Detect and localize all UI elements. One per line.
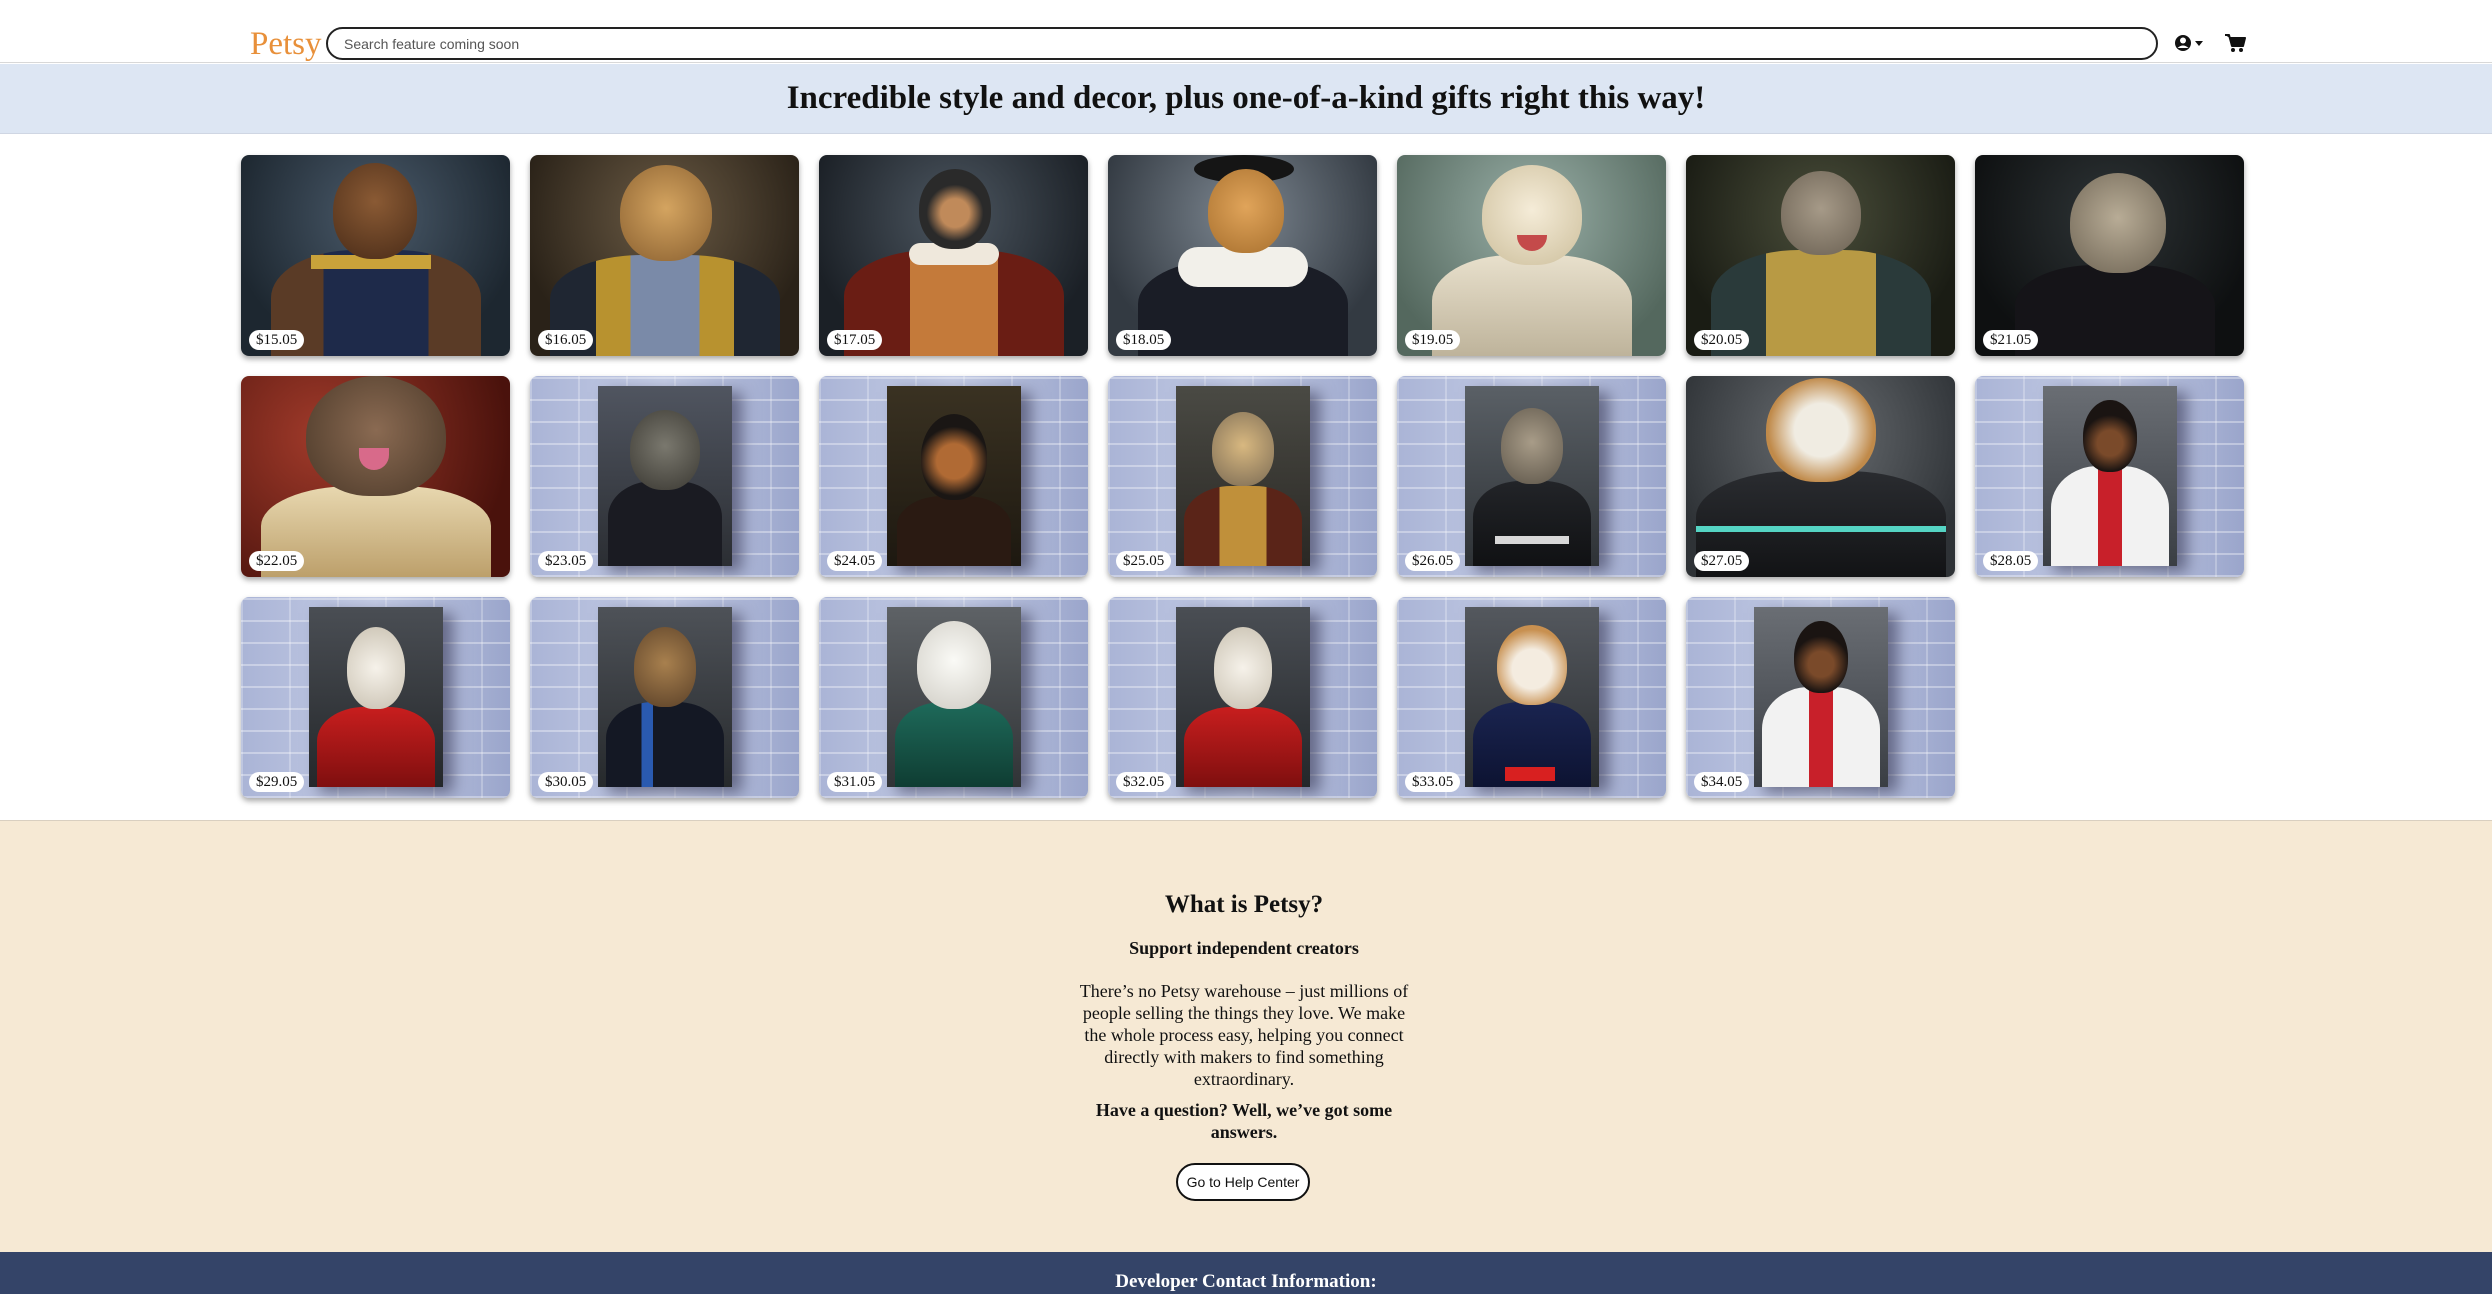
about-section: What is Petsy? Support independent creat… [0,820,2492,1252]
product-price: $33.05 [1405,772,1461,792]
product-image [1975,155,2244,356]
help-center-button[interactable]: Go to Help Center [1176,1163,1310,1201]
product-card[interactable]: $25.05 [1108,376,1377,577]
search-input[interactable] [326,27,2158,60]
product-price: $34.05 [1694,772,1750,792]
product-card[interactable]: $33.05 [1397,597,1666,798]
product-card[interactable]: $27.05 [1686,376,1955,577]
product-price: $32.05 [1116,772,1172,792]
product-card[interactable]: $18.05 [1108,155,1377,356]
product-card[interactable]: $24.05 [819,376,1088,577]
product-image [1397,376,1666,577]
product-card[interactable]: $32.05 [1108,597,1377,798]
product-card[interactable]: $31.05 [819,597,1088,798]
about-subtitle: Support independent creators [1129,938,1359,958]
product-price: $19.05 [1405,330,1461,350]
product-image [241,155,510,356]
product-image [1975,376,2244,577]
help-question: Have a question? Well, we’ve got some an… [1095,1100,1393,1142]
product-price: $18.05 [1116,330,1172,350]
product-card[interactable]: $30.05 [530,597,799,798]
product-image [1108,155,1377,356]
product-card[interactable]: $28.05 [1975,376,2244,577]
product-card[interactable]: $15.05 [241,155,510,356]
product-card[interactable]: $20.05 [1686,155,1955,356]
product-image [1686,376,1955,577]
product-image [1397,597,1666,798]
product-image [530,155,799,356]
banner-headline: Incredible style and decor, plus one-of-… [786,80,1706,116]
promo-banner: Incredible style and decor, plus one-of-… [0,64,2492,134]
product-price: $26.05 [1405,551,1461,571]
product-card[interactable]: $34.05 [1686,597,1955,798]
footer-heading: Developer Contact Information: [1115,1271,1377,1292]
user-menu-button[interactable] [2172,30,2206,56]
product-card[interactable]: $23.05 [530,376,799,577]
product-card[interactable]: $29.05 [241,597,510,798]
product-price: $28.05 [1983,551,2039,571]
product-price: $25.05 [1116,551,1172,571]
product-price: $24.05 [827,551,883,571]
product-image [1108,376,1377,577]
product-price: $15.05 [249,330,305,350]
user-dropdown-icon [2175,35,2203,51]
product-card[interactable]: $22.05 [241,376,510,577]
product-image [241,376,510,577]
product-price: $29.05 [249,772,305,792]
product-image [1686,155,1955,356]
product-price: $22.05 [249,551,305,571]
product-price: $27.05 [1694,551,1750,571]
product-price: $20.05 [1694,330,1750,350]
about-body: There’s no Petsy warehouse – just millio… [1079,981,1409,1089]
product-price: $23.05 [538,551,594,571]
product-image [1108,597,1377,798]
product-price: $17.05 [827,330,883,350]
product-image [819,597,1088,798]
product-image [1686,597,1955,798]
product-image [819,376,1088,577]
cart-button[interactable] [2220,30,2250,56]
product-card[interactable]: $21.05 [1975,155,2244,356]
product-image [819,155,1088,356]
product-image [241,597,510,798]
site-header: Petsy [0,0,2492,63]
product-price: $31.05 [827,772,883,792]
product-image [1397,155,1666,356]
site-footer: Developer Contact Information: [0,1252,2492,1294]
product-image [530,597,799,798]
product-card[interactable]: $26.05 [1397,376,1666,577]
product-price: $21.05 [1983,330,2039,350]
product-card[interactable]: $19.05 [1397,155,1666,356]
logo[interactable]: Petsy [250,24,322,64]
product-price: $16.05 [538,330,594,350]
product-image [530,376,799,577]
product-card[interactable]: $17.05 [819,155,1088,356]
product-price: $30.05 [538,772,594,792]
cart-icon [2225,34,2246,52]
product-card[interactable]: $16.05 [530,155,799,356]
about-title: What is Petsy? [1164,891,1324,918]
